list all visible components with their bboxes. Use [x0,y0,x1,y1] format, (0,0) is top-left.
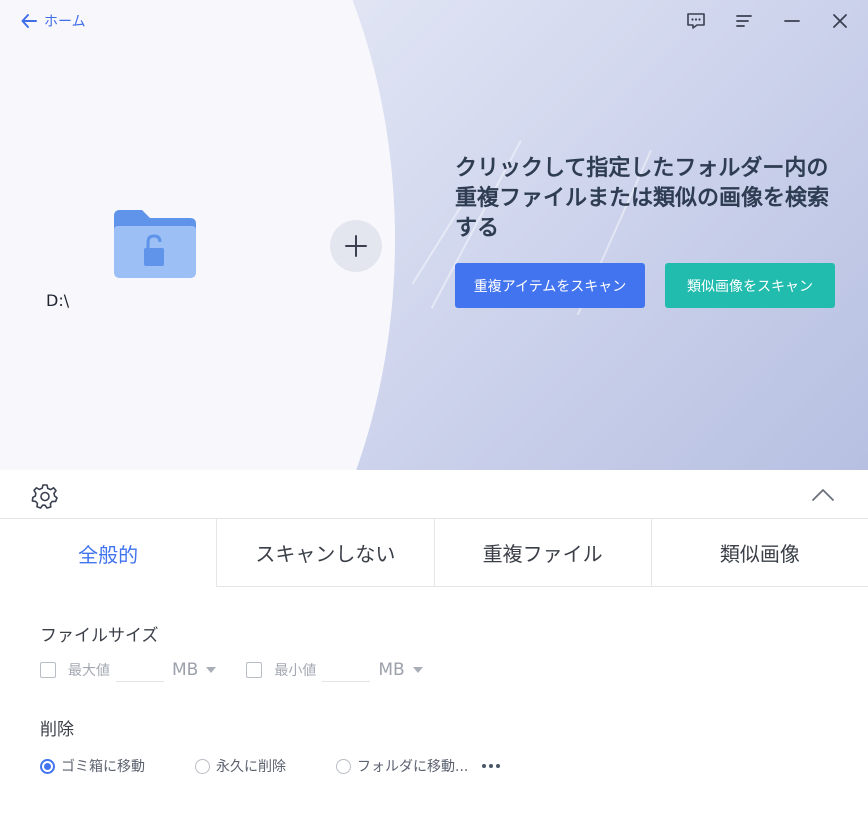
min-size-label: 最小値 [274,663,317,679]
radio-move-to-folder[interactable] [336,758,351,774]
max-size-unit: MB [172,660,199,680]
tab-exclude[interactable]: スキャンしない [217,519,435,587]
plus-icon [345,235,367,257]
max-size-checkbox[interactable] [40,662,56,678]
tab-general[interactable]: 全般的 [0,519,218,587]
hero-panel: ホーム D:\ クリックして指定したフォルダー内の重複ファイルまたは類似の画像を… [0,0,868,470]
radio-move-to-trash[interactable] [40,758,55,774]
more-dot-icon [489,764,494,768]
filesize-title: ファイルサイズ [40,626,159,646]
max-unit-dropdown-icon[interactable] [206,667,217,673]
minimize-icon [784,20,800,22]
settings-button[interactable] [31,482,59,510]
menu-icon [736,15,752,27]
folder-path: D:\ [46,291,70,310]
scan-duplicates-button[interactable]: 重複アイテムをスキャン [455,263,645,308]
radio-delete-permanently[interactable] [195,758,210,774]
feedback-button[interactable] [680,8,712,34]
menu-button[interactable] [728,8,760,34]
radio-move-to-folder-label: フォルダに移動... [357,759,469,775]
settings-tabs: 全般的 スキャンしない 重複ファイル 類似画像 [0,519,868,587]
max-size-input[interactable] [116,658,164,682]
min-size-unit: MB [378,660,405,680]
window-controls [680,8,856,34]
more-options-button[interactable] [482,759,504,773]
minimize-button[interactable] [776,8,808,34]
back-home-label: ホーム [44,14,86,30]
collapse-button[interactable] [810,484,836,506]
close-icon [833,14,847,28]
delete-options-row: ゴミ箱に移動 永久に削除 フォルダに移動... [40,756,504,776]
chevron-up-icon [812,489,834,501]
min-size-input[interactable] [322,658,371,682]
close-button[interactable] [824,8,856,34]
feedback-icon [687,13,705,29]
radio-move-to-trash-label: ゴミ箱に移動 [61,759,145,775]
gear-icon [31,484,58,509]
hero-headline: クリックして指定したフォルダー内の重複ファイルまたは類似の画像を検索する [455,156,830,241]
scan-similar-button[interactable]: 類似画像をスキャン [665,263,835,308]
tab-duplicate-files[interactable]: 重複ファイル [434,519,652,587]
settings-bar [0,470,868,519]
selected-folder[interactable] [110,206,200,282]
max-size-label: 最大値 [68,663,110,679]
more-dot-icon [496,764,501,768]
arrow-left-icon [21,14,37,28]
filesize-row: 最大値 MB 最小値 MB [40,658,423,682]
tab-similar-images[interactable]: 類似画像 [651,519,868,587]
more-dot-icon [482,764,487,768]
min-unit-dropdown-icon[interactable] [412,667,423,673]
add-folder-button[interactable] [330,220,382,272]
radio-delete-permanently-label: 永久に削除 [216,759,286,775]
folder-lock-icon [114,210,196,278]
back-home-button[interactable]: ホーム [20,9,86,33]
min-size-checkbox[interactable] [246,662,263,678]
delete-title: 削除 [40,720,74,740]
